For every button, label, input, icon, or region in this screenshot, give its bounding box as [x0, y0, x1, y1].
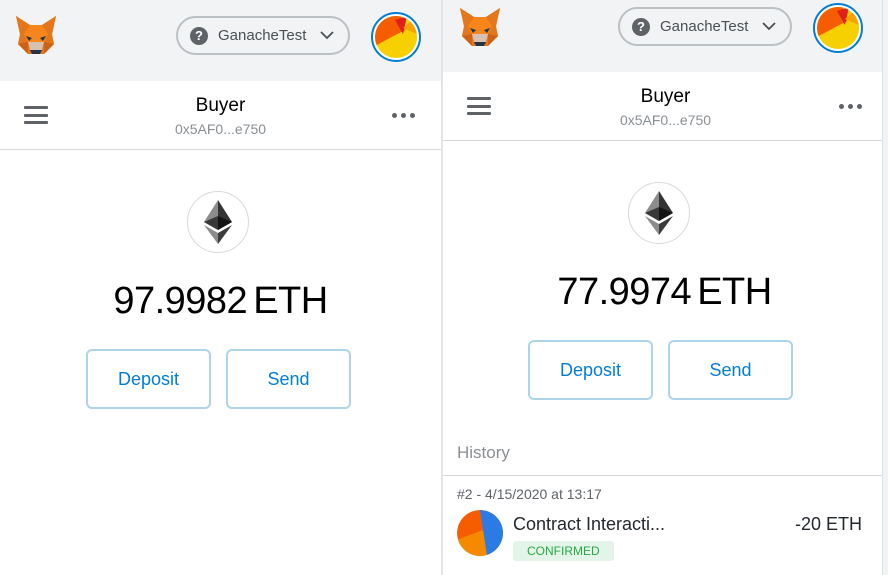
balance-amount: 77.9974: [557, 271, 692, 313]
scrollbar-edge: [882, 0, 888, 575]
wallet-panel-left: ? GanacheTest Buyer 0x5AF0...e750 97.998…: [0, 0, 441, 575]
account-name[interactable]: Buyer: [0, 95, 441, 117]
metamask-fox-icon[interactable]: [14, 14, 58, 56]
metamask-fox-icon[interactable]: [458, 6, 502, 48]
account-address[interactable]: 0x5AF0...e750: [443, 112, 888, 128]
deposit-button[interactable]: Deposit: [86, 349, 211, 409]
balance-display: 77.9974 ETH: [443, 271, 887, 314]
send-button[interactable]: Send: [226, 349, 351, 409]
send-button[interactable]: Send: [668, 340, 793, 400]
history-title: History: [457, 443, 510, 462]
account-header: Buyer 0x5AF0...e750: [443, 72, 888, 141]
account-header: Buyer 0x5AF0...e750: [0, 81, 441, 150]
chevron-down-icon: [762, 22, 776, 31]
network-label: GanacheTest: [660, 18, 749, 35]
transaction-amount: -20 ETH: [794, 514, 862, 534]
transaction-avatar-icon: [457, 510, 503, 556]
status-badge: CONFIRMED: [513, 541, 614, 561]
app-header: ? GanacheTest: [0, 0, 441, 81]
network-label: GanacheTest: [218, 27, 307, 44]
ethereum-icon: [187, 191, 249, 253]
more-dots-icon[interactable]: [839, 104, 862, 109]
account-name[interactable]: Buyer: [443, 86, 888, 108]
wallet-panel-right: ? GanacheTest Buyer 0x5AF0...e750 77.997…: [443, 0, 888, 575]
question-icon: ?: [190, 26, 208, 45]
balance-currency: ETH: [697, 271, 772, 313]
account-avatar-icon[interactable]: [813, 3, 863, 53]
transaction-title: Contract Interacti...: [513, 514, 666, 534]
history-divider: [443, 475, 888, 476]
network-selector[interactable]: ? GanacheTest: [176, 16, 350, 55]
chevron-down-icon: [320, 31, 334, 40]
transaction-meta: #2 - 4/15/2020 at 13:17: [457, 486, 602, 502]
account-avatar-icon[interactable]: [371, 12, 421, 62]
ethereum-icon: [628, 182, 690, 244]
network-selector[interactable]: ? GanacheTest: [618, 7, 792, 46]
app-header: ? GanacheTest: [443, 0, 888, 72]
account-address[interactable]: 0x5AF0...e750: [0, 121, 441, 137]
balance-amount: 97.9982: [113, 280, 248, 322]
deposit-button[interactable]: Deposit: [528, 340, 653, 400]
balance-currency: ETH: [253, 280, 328, 322]
more-dots-icon[interactable]: [392, 113, 415, 118]
balance-display: 97.9982 ETH: [0, 280, 441, 323]
question-icon: ?: [632, 17, 650, 36]
